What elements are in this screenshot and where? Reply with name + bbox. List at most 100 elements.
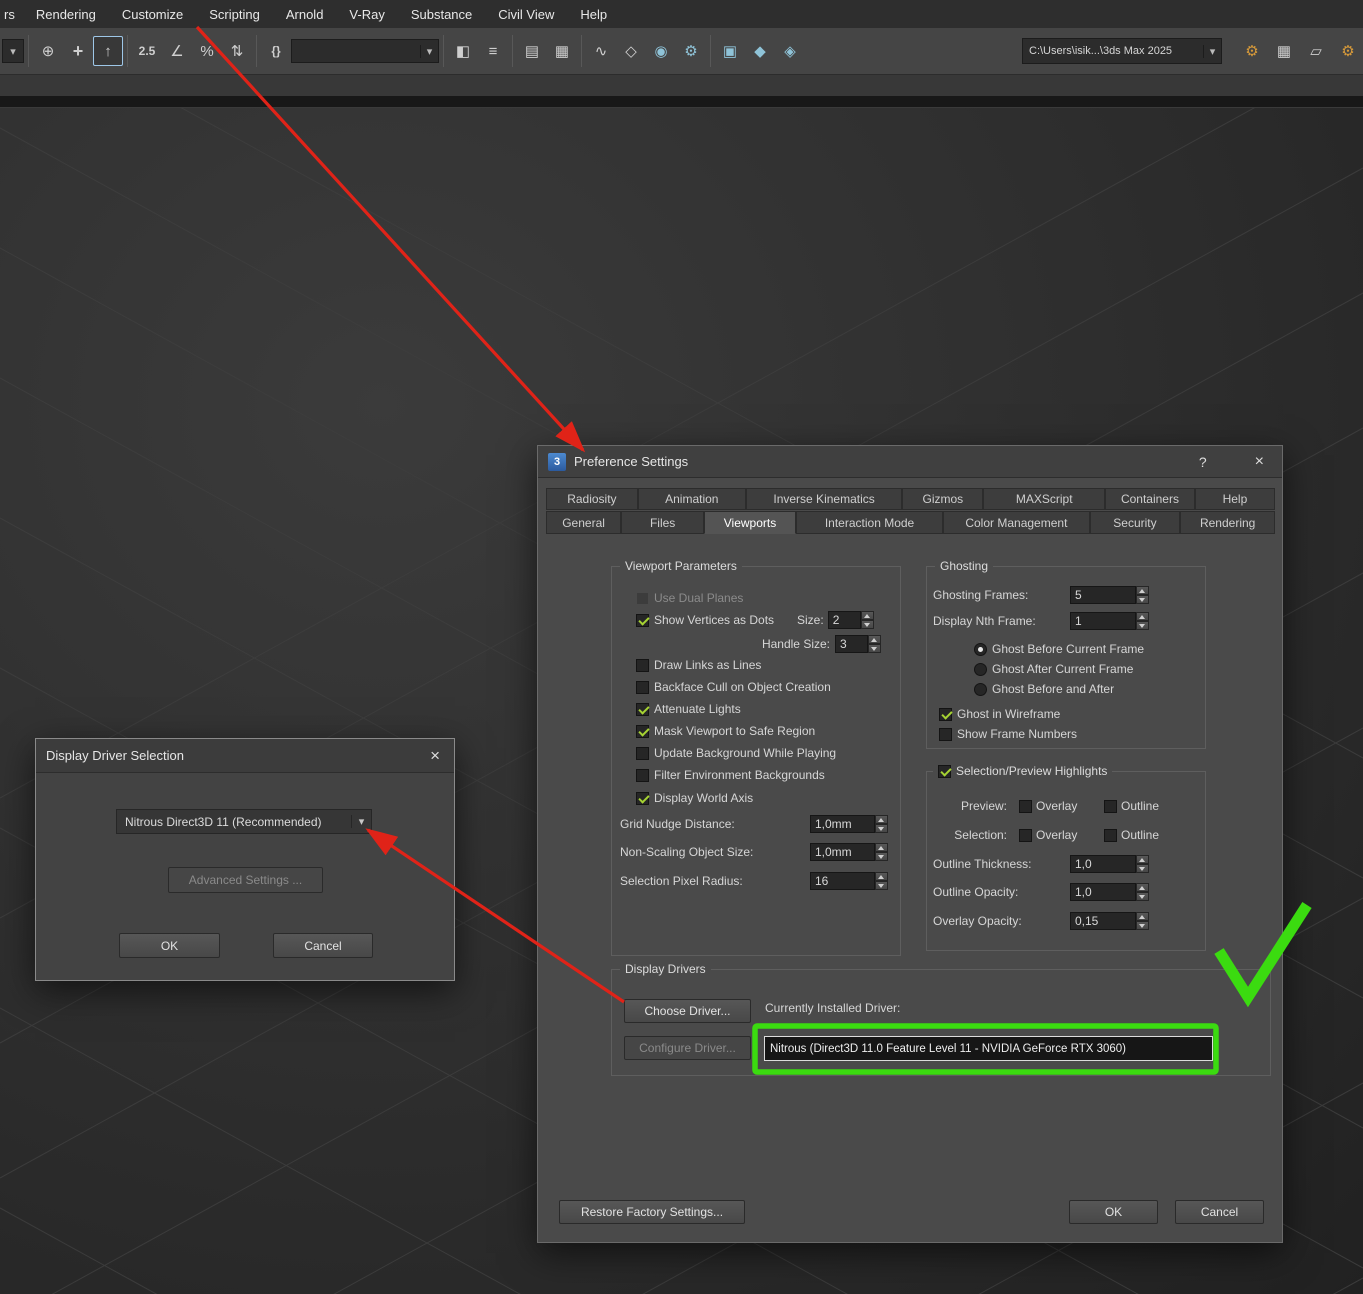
installed-driver-field[interactable]: Nitrous (Direct3D 11.0 Feature Level 11 … <box>764 1036 1213 1061</box>
project-copy-icon[interactable]: ▱ <box>1301 36 1331 66</box>
spin-down-icon[interactable] <box>875 852 888 861</box>
tab-color-management[interactable]: Color Management <box>943 511 1089 534</box>
ghost-in-wireframe-checkbox[interactable] <box>939 708 952 721</box>
spin-up-icon[interactable] <box>1136 883 1149 892</box>
selection-overlay-checkbox[interactable] <box>1019 829 1032 842</box>
align-icon[interactable]: ≡ <box>478 36 508 66</box>
tab-containers[interactable]: Containers <box>1105 488 1195 510</box>
ok-button[interactable]: OK <box>119 933 220 958</box>
preview-overlay-checkbox[interactable] <box>1019 800 1032 813</box>
spin-down-icon[interactable] <box>1136 864 1149 873</box>
spin-up-icon[interactable] <box>875 815 888 824</box>
display-world-axis-checkbox[interactable] <box>636 792 649 805</box>
render-setup-icon[interactable]: ⚙ <box>676 36 706 66</box>
mask-safe-region-checkbox[interactable] <box>636 725 649 738</box>
choose-driver-button[interactable]: Choose Driver... <box>624 999 751 1023</box>
spin-up-icon[interactable] <box>868 635 881 644</box>
project-windows-icon[interactable]: ▦ <box>1269 36 1299 66</box>
tab-gizmos[interactable]: Gizmos <box>902 488 983 510</box>
spin-up-icon[interactable] <box>861 611 874 620</box>
spin-down-icon[interactable] <box>1136 892 1149 901</box>
render-production-icon[interactable]: ◆ <box>745 36 775 66</box>
menu-item-vray[interactable]: V-Ray <box>336 7 397 22</box>
spin-up-icon[interactable] <box>1136 912 1149 921</box>
selection-preview-highlights-checkbox[interactable] <box>938 765 951 778</box>
preview-outline-checkbox[interactable] <box>1104 800 1117 813</box>
spinner-snap-icon[interactable]: ⇅ <box>222 36 252 66</box>
tab-viewports[interactable]: Viewports <box>704 511 796 534</box>
menu-item-help[interactable]: Help <box>567 7 620 22</box>
menu-item-customize[interactable]: Customize <box>109 7 196 22</box>
spin-down-icon[interactable] <box>868 644 881 653</box>
tab-interaction-mode[interactable]: Interaction Mode <box>796 511 943 534</box>
layer-manager-icon[interactable]: ▤ <box>517 36 547 66</box>
project-path-combo[interactable]: C:\Users\isik...\3ds Max 2025 ▾ <box>1022 38 1222 64</box>
tab-radiosity[interactable]: Radiosity <box>546 488 638 510</box>
spin-down-icon[interactable] <box>875 881 888 890</box>
overlay-opacity-field[interactable]: 0,15 <box>1070 912 1136 930</box>
dialog-titlebar[interactable]: 3 Preference Settings ? × <box>538 446 1282 478</box>
mirror-icon[interactable]: ◧ <box>448 36 478 66</box>
spin-down-icon[interactable] <box>1136 621 1149 630</box>
material-editor-icon[interactable]: ◉ <box>646 36 676 66</box>
show-vertices-checkbox[interactable] <box>636 614 649 627</box>
spin-up-icon[interactable] <box>1136 855 1149 864</box>
spin-down-icon[interactable] <box>861 620 874 629</box>
ghost-before-radio[interactable] <box>974 643 987 656</box>
menu-item-scripting[interactable]: Scripting <box>196 7 273 22</box>
nonscaling-size-field[interactable]: 1,0mm <box>810 843 875 861</box>
select-and-move-icon[interactable]: + <box>63 36 93 66</box>
tab-maxscript[interactable]: MAXScript <box>983 488 1105 510</box>
tab-security[interactable]: Security <box>1090 511 1181 534</box>
coordinate-combo[interactable]: ▾ <box>2 39 24 63</box>
cancel-button[interactable]: Cancel <box>273 933 373 958</box>
selection-pixel-radius-field[interactable]: 16 <box>810 872 875 890</box>
close-icon[interactable]: × <box>430 746 440 766</box>
select-object-icon[interactable]: ↑ <box>93 36 123 66</box>
dialog-titlebar[interactable]: Display Driver Selection × <box>36 739 454 773</box>
attenuate-lights-checkbox[interactable] <box>636 703 649 716</box>
ghost-before-and-after-radio[interactable] <box>974 683 987 696</box>
handle-size-field[interactable]: 3 <box>835 635 868 653</box>
tab-inverse-kinematics[interactable]: Inverse Kinematics <box>746 488 902 510</box>
project-gear-icon[interactable]: ⚙ <box>1237 36 1267 66</box>
scene-explorer-icon[interactable]: ▦ <box>547 36 577 66</box>
spin-down-icon[interactable] <box>1136 595 1149 604</box>
render-iterative-icon[interactable]: ◈ <box>775 36 805 66</box>
project-gear2-icon[interactable]: ⚙ <box>1333 36 1363 66</box>
named-selection-combo[interactable]: ▾ <box>291 39 439 63</box>
draw-links-checkbox[interactable] <box>636 659 649 672</box>
spin-down-icon[interactable] <box>875 824 888 833</box>
menu-item-arnold[interactable]: Arnold <box>273 7 337 22</box>
help-icon[interactable]: ? <box>1199 454 1207 470</box>
tab-files[interactable]: Files <box>621 511 704 534</box>
tab-help[interactable]: Help <box>1195 488 1275 510</box>
ghost-after-radio[interactable] <box>974 663 987 676</box>
edit-named-selections-icon[interactable]: {} <box>261 36 291 66</box>
ok-button[interactable]: OK <box>1069 1200 1158 1224</box>
spin-up-icon[interactable] <box>875 872 888 881</box>
spin-up-icon[interactable] <box>1136 612 1149 621</box>
show-frame-numbers-checkbox[interactable] <box>939 728 952 741</box>
tab-rendering[interactable]: Rendering <box>1180 511 1275 534</box>
restore-factory-settings-button[interactable]: Restore Factory Settings... <box>559 1200 745 1224</box>
update-background-checkbox[interactable] <box>636 747 649 760</box>
menu-item-civil-view[interactable]: Civil View <box>485 7 567 22</box>
display-nth-frame-field[interactable]: 1 <box>1070 612 1136 630</box>
curve-editor-icon[interactable]: ∿ <box>586 36 616 66</box>
select-and-link-icon[interactable]: ⊕ <box>33 36 63 66</box>
percent-snap-icon[interactable]: % <box>192 36 222 66</box>
use-dual-planes-checkbox[interactable] <box>636 592 649 605</box>
cancel-button[interactable]: Cancel <box>1175 1200 1264 1224</box>
selection-outline-checkbox[interactable] <box>1104 829 1117 842</box>
angle-snap-icon[interactable]: ∠ <box>162 36 192 66</box>
rendered-frame-window-icon[interactable]: ▣ <box>715 36 745 66</box>
menu-item-truncated[interactable]: rs <box>0 7 23 22</box>
spin-up-icon[interactable] <box>875 843 888 852</box>
close-icon[interactable]: × <box>1255 453 1264 471</box>
spin-up-icon[interactable] <box>1136 586 1149 595</box>
snaps-toggle-icon[interactable]: 2.5 <box>132 36 162 66</box>
vertex-size-field[interactable]: 2 <box>828 611 861 629</box>
ghosting-frames-field[interactable]: 5 <box>1070 586 1136 604</box>
tab-animation[interactable]: Animation <box>638 488 746 510</box>
